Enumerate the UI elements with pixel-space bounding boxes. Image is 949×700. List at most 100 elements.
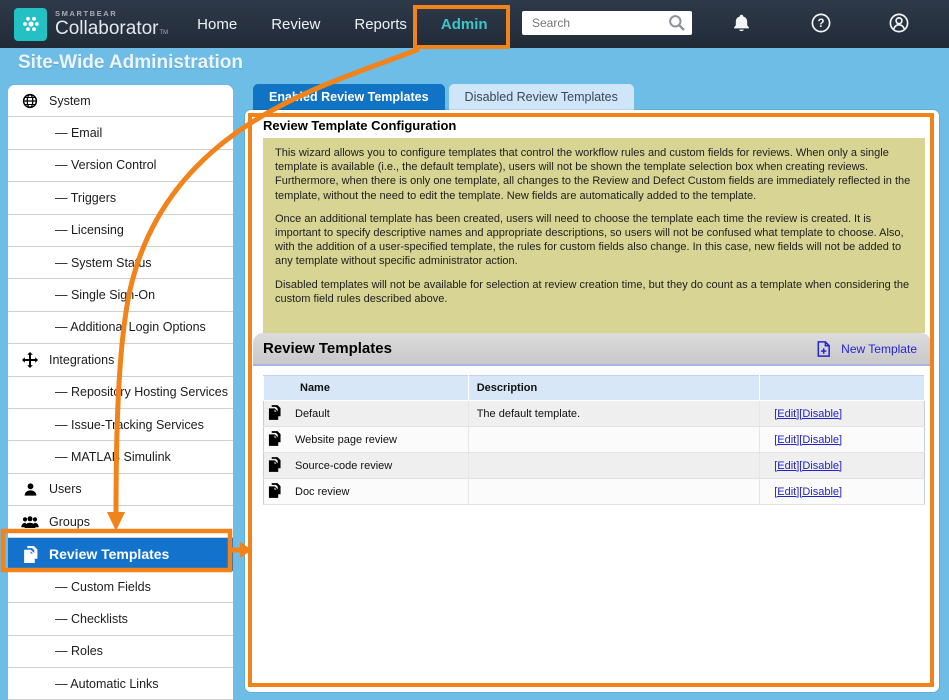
sidebar-item-matlab-simulink[interactable]: — MATLAB Simulink: [8, 441, 233, 473]
template-doc-icon: [268, 405, 281, 423]
nav-home[interactable]: Home: [180, 0, 254, 48]
user-icon: [21, 482, 39, 497]
sidebar-item-label: — Checklists: [55, 612, 128, 626]
sidebar-item-custom-fields[interactable]: — Custom Fields: [8, 571, 233, 603]
template-name: Doc review: [295, 486, 349, 498]
tab-enabled-review-templates[interactable]: Enabled Review Templates: [253, 84, 445, 110]
trademark-symbol: TM: [160, 30, 169, 36]
template-doc-icon: [268, 431, 281, 449]
sidebar-item-users[interactable]: Users: [8, 474, 233, 506]
globe-icon: [21, 93, 39, 109]
sidebar-item-issue-tracking-services[interactable]: — Issue-Tracking Services: [8, 409, 233, 441]
search-input[interactable]: [530, 15, 668, 31]
new-template-label: New Template: [841, 342, 917, 356]
template-description: [468, 479, 760, 505]
column-header-name: Name: [264, 376, 469, 401]
info-paragraph-2: Once an additional template has been cre…: [275, 212, 913, 269]
sidebar-item-label: — Version Control: [55, 158, 156, 172]
sidebar-item-label: Review Templates: [49, 546, 169, 562]
sidebar-item-label: System: [49, 94, 91, 108]
disable-link[interactable]: [Disable]: [799, 434, 842, 446]
review-templates-section-bar: Review Templates New Template: [253, 333, 931, 366]
template-name: Default: [295, 408, 330, 420]
sidebar-item-review-templates[interactable]: Review Templates: [8, 538, 233, 570]
info-paragraph-3: Disabled templates will not be available…: [275, 278, 913, 306]
sidebar-item-label: — Email: [55, 126, 102, 140]
sidebar-item-label: Integrations: [49, 353, 114, 367]
sidebar-item-additional-login-options[interactable]: — Additional Login Options: [8, 312, 233, 344]
sidebar-item-version-control[interactable]: — Version Control: [8, 150, 233, 182]
template-tabs: Enabled Review Templates Disabled Review…: [253, 84, 634, 110]
template-description: [468, 453, 760, 479]
nav-admin[interactable]: Admin: [424, 0, 505, 48]
info-paragraph-1: This wizard allows you to configure temp…: [275, 146, 913, 203]
new-template-button[interactable]: New Template: [815, 340, 917, 358]
sidebar-item-system-status[interactable]: — System Status: [8, 247, 233, 279]
move-arrows-icon: [21, 352, 39, 368]
review-template-configuration-panel: Review Template Configuration This wizar…: [245, 110, 939, 692]
brand-text: SMARTBEAR CollaboratorTM: [55, 10, 168, 39]
panel-heading: Review Template Configuration: [263, 118, 456, 133]
sidebar-item-label: Users: [49, 482, 82, 496]
nav-review[interactable]: Review: [254, 0, 337, 48]
template-doc-icon: [268, 483, 281, 501]
notifications-bell-icon[interactable]: [731, 13, 752, 34]
sidebar-item-email[interactable]: — Email: [8, 117, 233, 149]
sidebar-item-label: — System Status: [55, 256, 152, 270]
main-nav: Home Review Reports Admin: [180, 0, 504, 48]
sidebar-item-groups[interactable]: Groups: [8, 506, 233, 538]
sidebar-item-roles[interactable]: — Roles: [8, 636, 233, 668]
account-icon[interactable]: [889, 13, 909, 33]
search-box: [522, 11, 692, 35]
brand-collaborator: CollaboratorTM: [55, 19, 168, 38]
disable-link[interactable]: [Disable]: [799, 486, 842, 498]
search-icon[interactable]: [668, 14, 686, 32]
tab-disabled-review-templates[interactable]: Disabled Review Templates: [449, 84, 634, 110]
edit-link[interactable]: [Edit]: [774, 434, 799, 446]
svg-text:?: ?: [817, 18, 824, 30]
template-info-box: This wizard allows you to configure temp…: [263, 138, 925, 333]
sidebar-item-system[interactable]: System: [8, 85, 233, 117]
table-row: Website page review [Edit][Disable]: [264, 427, 925, 453]
section-title: Review Templates: [263, 340, 392, 357]
template-doc-icon: [268, 457, 281, 475]
table-row: Source-code review [Edit][Disable]: [264, 453, 925, 479]
table-row: Default The default template. [Edit][Dis…: [264, 401, 925, 427]
brand-smartbear: SMARTBEAR: [55, 10, 168, 18]
sidebar-item-label: — Issue-Tracking Services: [55, 418, 204, 432]
top-bar: SMARTBEAR CollaboratorTM Home Review Rep…: [0, 0, 949, 48]
disable-link[interactable]: [Disable]: [799, 460, 842, 472]
sidebar-item-label: — MATLAB Simulink: [55, 450, 171, 464]
brand-logo[interactable]: SMARTBEAR CollaboratorTM: [14, 8, 168, 41]
sidebar-item-checklists[interactable]: — Checklists: [8, 603, 233, 635]
page-title: Site-Wide Administration: [18, 52, 243, 74]
sidebar-item-label: — Repository Hosting Services: [55, 385, 228, 399]
sidebar-item-triggers[interactable]: — Triggers: [8, 182, 233, 214]
sidebar-item-label: Groups: [49, 515, 90, 529]
help-icon[interactable]: ?: [811, 13, 831, 33]
new-template-icon: [815, 340, 832, 358]
group-icon: [21, 515, 39, 529]
table-header-row: Name Description: [264, 376, 925, 401]
sidebar-item-label: — Automatic Links: [55, 677, 159, 691]
sidebar-item-label: — Single Sign-On: [55, 288, 155, 302]
template-name: Source-code review: [295, 460, 392, 472]
template-description: [468, 427, 760, 453]
disable-link[interactable]: [Disable]: [799, 408, 842, 420]
sidebar-item-automatic-links[interactable]: — Automatic Links: [8, 668, 233, 700]
edit-link[interactable]: [Edit]: [774, 486, 799, 498]
smartbear-logo-icon: [14, 8, 47, 41]
sidebar-item-single-sign-on[interactable]: — Single Sign-On: [8, 279, 233, 311]
sidebar-item-integrations[interactable]: Integrations: [8, 344, 233, 376]
sidebar-item-label: — Roles: [55, 644, 103, 658]
edit-link[interactable]: [Edit]: [774, 408, 799, 420]
sidebar-item-licensing[interactable]: — Licensing: [8, 215, 233, 247]
template-description: The default template.: [468, 401, 760, 427]
sidebar-item-label: — Additional Login Options: [55, 320, 206, 334]
edit-link[interactable]: [Edit]: [774, 460, 799, 472]
sidebar-item-repository-hosting-services[interactable]: — Repository Hosting Services: [8, 377, 233, 409]
table-row: Doc review [Edit][Disable]: [264, 479, 925, 505]
admin-sidebar: System — Email — Version Control — Trigg…: [8, 85, 233, 700]
nav-reports[interactable]: Reports: [337, 0, 424, 48]
review-templates-icon: [21, 546, 39, 563]
